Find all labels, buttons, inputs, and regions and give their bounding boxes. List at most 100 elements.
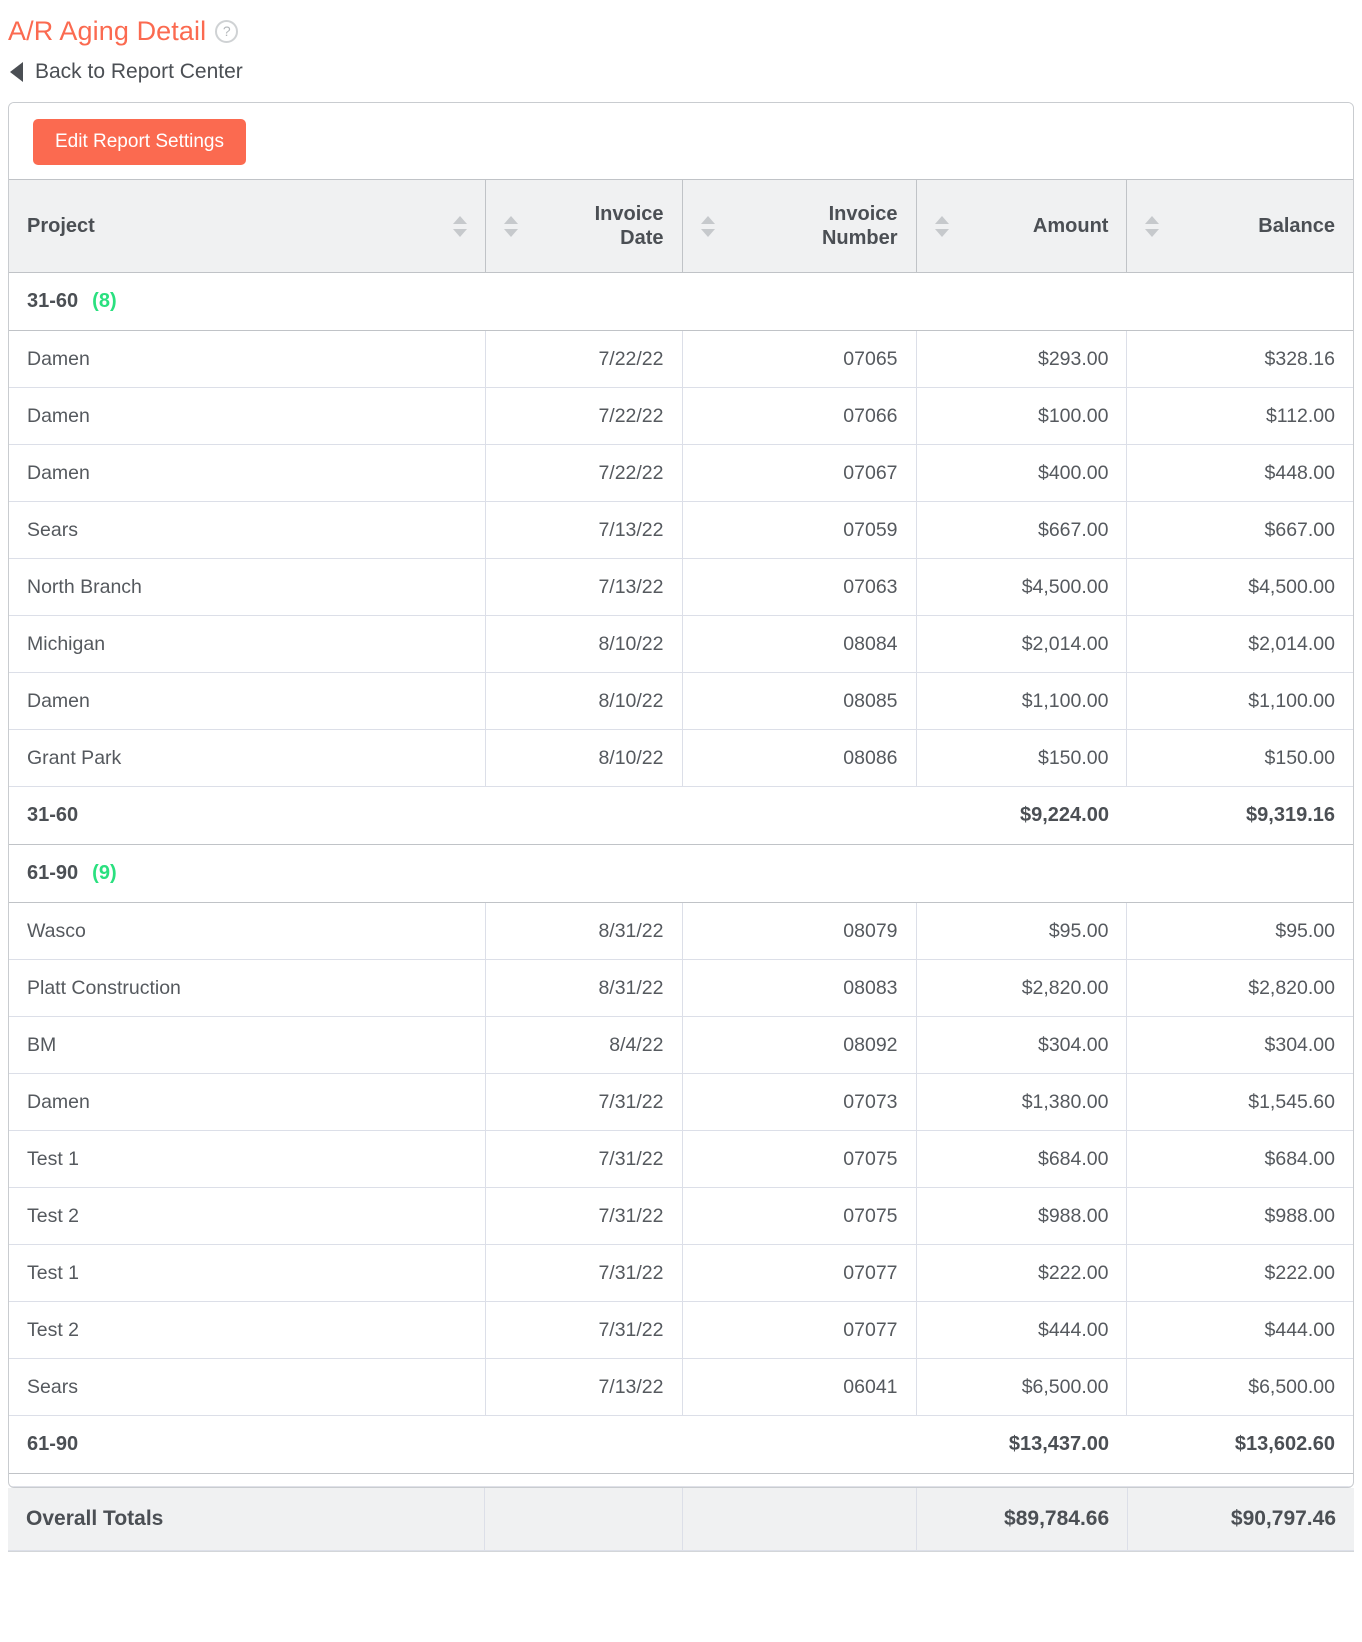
group-header-row[interactable]: 31-60 (8)	[9, 272, 1353, 331]
table-row[interactable]: Damen 7/22/22 07066 $100.00 $112.00	[9, 387, 1353, 445]
table-row[interactable]: Test 1 7/31/22 07077 $222.00 $222.00	[9, 1244, 1353, 1302]
cell-balance: $6,500.00	[1126, 1358, 1353, 1416]
cell-balance: $684.00	[1126, 1130, 1353, 1188]
table-row[interactable]: Test 1 7/31/22 07075 $684.00 $684.00	[9, 1130, 1353, 1188]
cell-amount: $150.00	[916, 729, 1128, 787]
cell-invoice-date: 7/22/22	[485, 444, 683, 502]
column-label-amount: Amount	[1032, 214, 1109, 237]
cell-amount: $2,820.00	[916, 959, 1128, 1017]
cell-balance: $444.00	[1126, 1301, 1353, 1359]
cell-invoice-date: 7/31/22	[485, 1130, 683, 1188]
cell-balance: $328.16	[1126, 330, 1353, 388]
group-total-label: 31-60	[9, 786, 486, 845]
sort-toggle-amount[interactable]	[934, 215, 949, 237]
table-row[interactable]: Damen 7/22/22 07065 $293.00 $328.16	[9, 330, 1353, 388]
cell-amount: $1,380.00	[916, 1073, 1128, 1131]
group-total-label: 61-90	[9, 1415, 486, 1474]
table-row[interactable]: Damen 7/31/22 07073 $1,380.00 $1,545.60	[9, 1073, 1353, 1131]
cell-invoice-number: 07066	[682, 387, 917, 445]
cell-balance: $95.00	[1126, 902, 1353, 960]
cell-project: Damen	[9, 444, 486, 502]
cell-amount: $6,500.00	[916, 1358, 1128, 1416]
overall-totals-bar: Overall Totals $89,784.66 $90,797.46	[8, 1488, 1354, 1552]
table-row[interactable]: North Branch 7/13/22 07063 $4,500.00 $4,500.…	[9, 558, 1353, 616]
cell-invoice-date: 8/10/22	[485, 615, 683, 673]
cell-invoice-date: 7/31/22	[485, 1244, 683, 1302]
cell-invoice-date: 7/31/22	[485, 1073, 683, 1131]
table-row[interactable]: Michigan 8/10/22 08084 $2,014.00 $2,014.00	[9, 615, 1353, 673]
cell-project: Michigan	[9, 615, 486, 673]
table-row[interactable]: Grant Park 8/10/22 08086 $150.00 $150.00	[9, 729, 1353, 787]
cell-amount: $444.00	[916, 1301, 1128, 1359]
table-row[interactable]: BM 8/4/22 08092 $304.00 $304.00	[9, 1016, 1353, 1074]
cell-invoice-date: 7/13/22	[485, 558, 683, 616]
column-header-invoice-date[interactable]: Invoice Date	[485, 179, 683, 273]
cell-invoice-number: 07077	[682, 1301, 917, 1359]
group-total-amount: $9,224.00	[916, 786, 1127, 845]
cell-project: Test 2	[9, 1301, 486, 1359]
table-row[interactable]: Sears 7/13/22 06041 $6,500.00 $6,500.00	[9, 1358, 1353, 1416]
table-row[interactable]: Damen 7/22/22 07067 $400.00 $448.00	[9, 444, 1353, 502]
cell-amount: $222.00	[916, 1244, 1128, 1302]
overall-totals-label: Overall Totals	[8, 1488, 486, 1551]
back-to-report-center-link[interactable]: Back to Report Center	[8, 60, 1362, 84]
sort-toggle-project[interactable]	[452, 215, 467, 237]
table-row[interactable]: Sears 7/13/22 07059 $667.00 $667.00	[9, 501, 1353, 559]
group-total-amount: $13,437.00	[916, 1415, 1127, 1474]
title-row: A/R Aging Detail ?	[8, 14, 1362, 48]
group-header-row[interactable]: 61-90 (9)	[9, 844, 1353, 903]
cell-amount: $667.00	[916, 501, 1128, 559]
cell-invoice-date: 7/13/22	[485, 501, 683, 559]
cell-project: Damen	[9, 330, 486, 388]
column-header-project[interactable]: Project	[9, 179, 486, 273]
report-toolbar: Edit Report Settings	[9, 103, 1353, 179]
cell-invoice-number: 06041	[682, 1358, 917, 1416]
cell-invoice-date: 8/31/22	[485, 959, 683, 1017]
cell-invoice-number: 07073	[682, 1073, 917, 1131]
cell-invoice-number: 08092	[682, 1016, 917, 1074]
overall-totals-row: Overall Totals $89,784.66 $90,797.46	[8, 1488, 1354, 1551]
cell-invoice-date: 8/10/22	[485, 672, 683, 730]
cell-invoice-number: 08085	[682, 672, 917, 730]
cell-project: Grant Park	[9, 729, 486, 787]
sort-toggle-balance[interactable]	[1145, 215, 1160, 237]
sort-toggle-invoice-date[interactable]	[503, 215, 518, 237]
cell-amount: $2,014.00	[916, 615, 1128, 673]
table-bottom-spacer	[9, 1473, 1353, 1487]
group-count: (8)	[92, 290, 117, 312]
cell-project: Sears	[9, 1358, 486, 1416]
cell-invoice-date: 8/4/22	[485, 1016, 683, 1074]
cell-amount: $293.00	[916, 330, 1128, 388]
group-total-blank-invoice	[682, 1415, 917, 1474]
group-header-cell: 61-90 (9)	[9, 844, 1353, 903]
group-total-blank-invoice	[682, 786, 917, 845]
table-row[interactable]: Wasco 8/31/22 08079 $95.00 $95.00	[9, 902, 1353, 960]
table-row[interactable]: Test 2 7/31/22 07075 $988.00 $988.00	[9, 1187, 1353, 1245]
cell-project: Test 1	[9, 1244, 486, 1302]
column-header-invoice-number[interactable]: Invoice Number	[682, 179, 917, 273]
table-header-row: Project Invoice Date Invoice Number Amou…	[9, 179, 1353, 273]
table-row[interactable]: Damen 8/10/22 08085 $1,100.00 $1,100.00	[9, 672, 1353, 730]
help-icon[interactable]: ?	[215, 19, 239, 43]
cell-project: Wasco	[9, 902, 486, 960]
group-total-balance: $9,319.16	[1126, 786, 1353, 845]
group-total-blank-date	[485, 786, 682, 845]
cell-amount: $4,500.00	[916, 558, 1128, 616]
back-caret-icon	[10, 62, 23, 82]
cell-amount: $304.00	[916, 1016, 1128, 1074]
cell-invoice-date: 7/31/22	[485, 1187, 683, 1245]
table-row[interactable]: Platt Construction 8/31/22 08083 $2,820.00 $…	[9, 959, 1353, 1017]
group-total-row: 31-60 $9,224.00 $9,319.16	[9, 786, 1353, 845]
cell-invoice-number: 07059	[682, 501, 917, 559]
sort-toggle-invoice-number[interactable]	[700, 215, 715, 237]
table-row[interactable]: Test 2 7/31/22 07077 $444.00 $444.00	[9, 1301, 1353, 1359]
column-header-amount[interactable]: Amount	[916, 179, 1128, 273]
column-header-balance[interactable]: Balance	[1126, 179, 1353, 273]
page-header: A/R Aging Detail ? Back to Report Center	[0, 0, 1362, 84]
cell-invoice-number: 07063	[682, 558, 917, 616]
ar-aging-table: Project Invoice Date Invoice Number Amou…	[9, 179, 1353, 1487]
cell-invoice-number: 08083	[682, 959, 917, 1017]
edit-report-settings-button[interactable]: Edit Report Settings	[33, 119, 246, 165]
cell-balance: $667.00	[1126, 501, 1353, 559]
column-label-project: Project	[27, 214, 95, 237]
